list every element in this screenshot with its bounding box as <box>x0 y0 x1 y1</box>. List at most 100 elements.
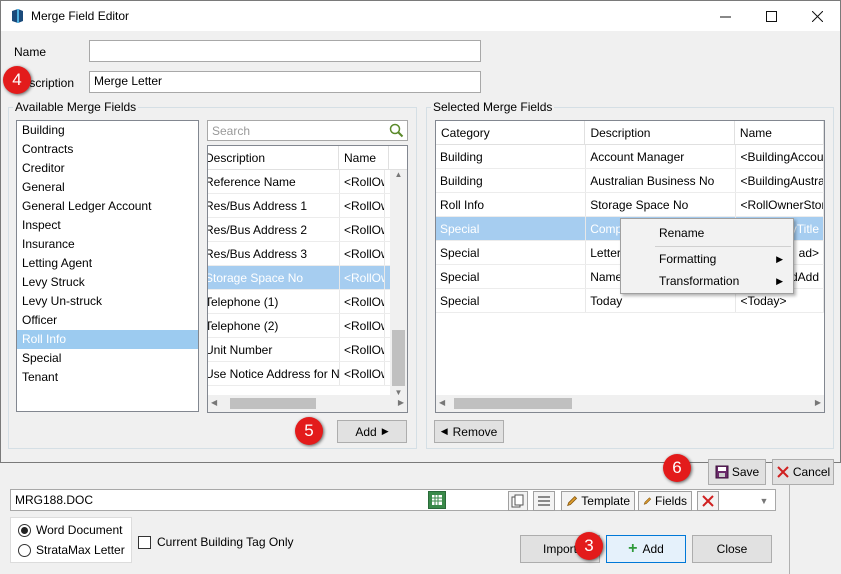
scroll-right-icon[interactable]: ▶ <box>815 398 821 407</box>
category-item[interactable]: Contracts <box>17 140 198 159</box>
close-window-icon[interactable] <box>794 1 840 31</box>
scroll-up-icon[interactable]: ▲ <box>390 170 407 184</box>
dialog-title: Merge Field Editor <box>31 9 130 23</box>
field-description: Storage Space No <box>586 193 737 216</box>
field-category: Roll Info <box>436 193 587 216</box>
add-field-button[interactable]: Add ▶ <box>337 420 407 443</box>
table-row[interactable]: Use Notice Address for Not<RollOw <box>208 362 407 386</box>
field-name: <BuildingAccou <box>736 145 824 168</box>
horizontal-scrollbar[interactable]: ◀ ▶ <box>436 395 824 412</box>
stratamax-letter-label: StrataMax Letter <box>36 543 125 557</box>
document-name: MRG188.DOC <box>15 493 94 507</box>
category-item[interactable]: Building <box>17 121 198 140</box>
field-description: Use Notice Address for Not <box>208 362 340 385</box>
category-list[interactable]: Building Contracts Creditor General General … <box>16 120 199 412</box>
description-input[interactable]: Merge Letter <box>89 71 481 93</box>
dropdown-arrow-icon[interactable]: ▼ <box>754 491 774 511</box>
remove-button[interactable]: ◀ Remove <box>434 420 504 443</box>
list-icon[interactable] <box>533 491 555 511</box>
copy-icon[interactable] <box>508 491 528 511</box>
description-column-header[interactable]: Description <box>585 121 735 144</box>
table-row[interactable]: Reference Name<RollOw <box>208 170 407 194</box>
field-name: <RollOw <box>340 314 385 337</box>
table-row[interactable]: Roll Info Storage Space No <RollOwnerStor <box>436 193 824 217</box>
add-field-label: Add <box>355 424 377 439</box>
stratamax-letter-radio[interactable]: StrataMax Letter <box>18 543 125 557</box>
add-merge-button[interactable]: + Add <box>606 535 686 563</box>
category-item[interactable]: General <box>17 178 198 197</box>
scroll-left-icon[interactable]: ◀ <box>211 398 217 407</box>
field-description: Telephone (2) <box>208 314 340 337</box>
arrow-left-icon: ◀ <box>440 426 448 436</box>
app-icon <box>11 8 24 24</box>
step-badge-4: 4 <box>3 66 31 94</box>
field-category: Special <box>436 241 587 264</box>
field-category: Special <box>436 289 587 312</box>
table-row[interactable]: Res/Bus Address 3<RollOw <box>208 242 407 266</box>
template-button[interactable]: Template <box>561 491 635 511</box>
field-description: Australian Business No <box>586 169 737 192</box>
field-description: Unit Number <box>208 338 340 361</box>
field-name: <RollOw <box>340 266 385 289</box>
table-row[interactable]: Building Account Manager <BuildingAccou <box>436 145 824 169</box>
category-column-header[interactable]: Category <box>436 121 586 144</box>
menu-item-rename[interactable]: Rename <box>623 222 791 244</box>
vertical-scrollbar[interactable]: ▲ ▼ <box>390 170 407 397</box>
menu-item-transformation[interactable]: Transformation ▶ <box>623 270 791 292</box>
table-row[interactable]: Telephone (2)<RollOw <box>208 314 407 338</box>
available-group-label: Available Merge Fields <box>13 100 139 114</box>
delete-button[interactable] <box>697 491 719 511</box>
table-row[interactable]: Res/Bus Address 2<RollOw <box>208 218 407 242</box>
import-label: Import <box>542 542 577 556</box>
fields-button[interactable]: Fields <box>638 491 692 511</box>
description-value: Merge Letter <box>94 74 163 88</box>
table-row[interactable]: Telephone (1)<RollOw <box>208 290 407 314</box>
hscroll-thumb[interactable] <box>454 398 572 409</box>
name-column-header[interactable]: Name <box>339 146 389 169</box>
category-item[interactable]: Insurance <box>17 235 198 254</box>
hscroll-thumb[interactable] <box>230 398 316 409</box>
red-x-icon <box>777 466 789 478</box>
red-x-icon <box>702 495 714 507</box>
save-button[interactable]: Save <box>708 459 766 485</box>
name-input[interactable] <box>89 40 481 62</box>
search-input[interactable]: Search <box>207 120 408 141</box>
category-item[interactable]: Special <box>17 349 198 368</box>
name-column-header[interactable]: Name <box>735 121 824 144</box>
category-item[interactable]: Levy Un-struck <box>17 292 198 311</box>
category-item[interactable]: General Ledger Account <box>17 197 198 216</box>
minimize-icon[interactable] <box>702 1 748 31</box>
cancel-label: Cancel <box>792 465 831 479</box>
submenu-arrow-icon: ▶ <box>776 276 783 286</box>
menu-item-formatting[interactable]: Formatting ▶ <box>623 248 791 270</box>
current-building-checkbox[interactable]: Current Building Tag Only <box>138 535 294 549</box>
template-label: Template <box>581 494 630 508</box>
word-document-label: Word Document <box>36 523 123 537</box>
search-icon <box>389 123 404 138</box>
category-item[interactable]: Roll Info <box>17 330 198 349</box>
close-button[interactable]: Close <box>692 535 772 563</box>
scroll-right-icon[interactable]: ▶ <box>398 398 404 407</box>
horizontal-scrollbar[interactable]: ◀ ▶ <box>208 395 407 412</box>
scroll-thumb[interactable] <box>392 330 405 386</box>
table-row[interactable]: Unit Number<RollOw <box>208 338 407 362</box>
scroll-left-icon[interactable]: ◀ <box>439 398 445 407</box>
category-item[interactable]: Officer <box>17 311 198 330</box>
cancel-button[interactable]: Cancel <box>772 459 834 485</box>
table-row[interactable]: Res/Bus Address 1<RollOw <box>208 194 407 218</box>
field-name: <RollOwnerStor <box>736 193 824 216</box>
category-item[interactable]: Tenant <box>17 368 198 387</box>
field-description: Res/Bus Address 2 <box>208 218 340 241</box>
word-document-radio[interactable]: Word Document <box>18 523 122 537</box>
pencil-icon <box>643 497 652 505</box>
table-row[interactable]: Storage Space No<RollOw <box>208 266 407 290</box>
category-item[interactable]: Creditor <box>17 159 198 178</box>
maximize-icon[interactable] <box>748 1 794 31</box>
category-item[interactable]: Levy Struck <box>17 273 198 292</box>
category-item[interactable]: Letting Agent <box>17 254 198 273</box>
field-description: Reference Name <box>208 170 340 193</box>
table-row[interactable]: Building Australian Business No <BuildingA… <box>436 169 824 193</box>
category-item[interactable]: Inspect <box>17 216 198 235</box>
spreadsheet-icon[interactable] <box>428 491 446 509</box>
description-column-header[interactable]: Description <box>208 146 339 169</box>
